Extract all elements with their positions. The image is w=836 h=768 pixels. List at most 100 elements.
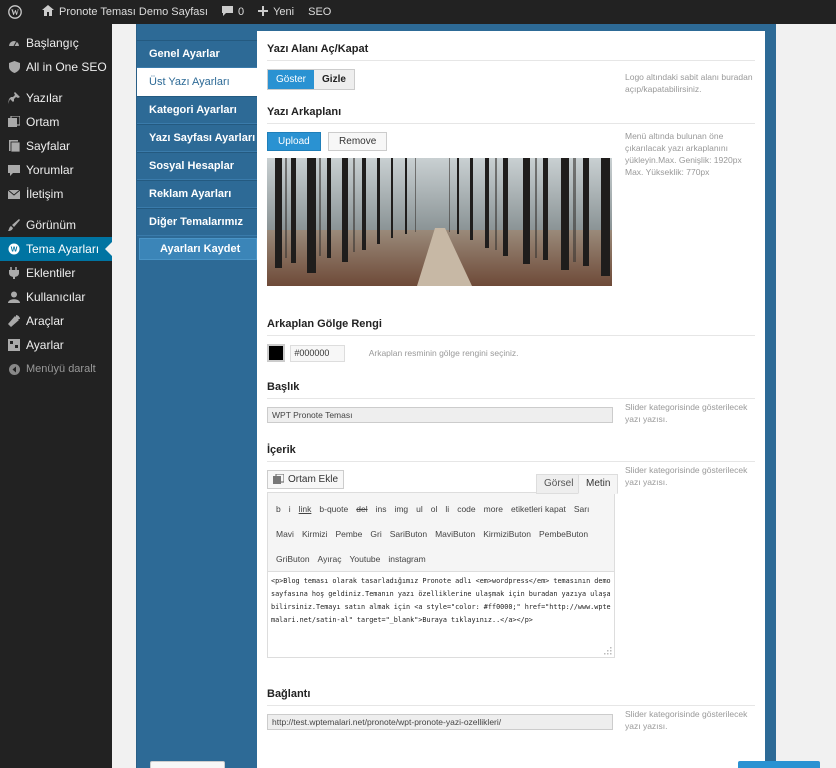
tab-social[interactable]: Sosyal Hesaplar — [137, 152, 257, 180]
comments-count: 0 — [237, 6, 245, 18]
tab-general[interactable]: Genel Ayarlar — [137, 40, 257, 68]
quicktag-button[interactable]: GriButon — [272, 554, 314, 564]
menu-label: Yazılar — [26, 91, 63, 105]
quicktag-button[interactable]: li — [441, 504, 453, 514]
tab-visual[interactable]: Görsel — [536, 474, 582, 494]
menu-label: Ortam — [26, 115, 60, 129]
heading-input[interactable]: WPT Pronote Teması — [267, 407, 613, 423]
menu-item-comments[interactable]: Yorumlar — [0, 158, 112, 182]
section-title: Yazı Arkaplanı — [267, 106, 755, 124]
quicktag-button[interactable]: img — [390, 504, 412, 514]
resize-grip-icon[interactable] — [602, 645, 612, 655]
tab-category[interactable]: Kategori Ayarları — [137, 96, 257, 124]
hide-button[interactable]: Gizle — [314, 70, 354, 89]
menu-item-pages[interactable]: Sayfalar — [0, 134, 112, 158]
menu-item-contact[interactable]: İletişim — [0, 182, 112, 206]
tab-text[interactable]: Metin — [578, 474, 619, 494]
quicktag-button[interactable]: etiketleri kapat — [507, 504, 570, 514]
new-content-link[interactable]: Yeni — [251, 0, 301, 24]
content-textarea[interactable]: <p>Blog teması olarak tasarladığımız Pro… — [267, 572, 615, 658]
add-media-button[interactable]: Ortam Ekle — [267, 470, 345, 489]
quicktag-button[interactable]: link — [295, 504, 316, 514]
quicktag-button[interactable]: Sarı — [570, 504, 594, 514]
quicktag-button[interactable]: del — [352, 504, 371, 514]
quicktag-button[interactable]: Mavi — [272, 529, 298, 539]
section-content: İçerik Slider kategorisinde gösterilecek… — [267, 444, 755, 658]
menu-label: Ayarlar — [26, 338, 64, 352]
tab-ads[interactable]: Reklam Ayarları — [137, 180, 257, 208]
site-name-link[interactable]: Pronote Teması Demo Sayfası — [35, 0, 215, 24]
menu-item-tools[interactable]: Araçlar — [0, 309, 112, 333]
toolbar-row: Mavi Kirmizi Pembe Gri SariButon MaviButon Kir… — [272, 521, 610, 546]
menu-label: Araçlar — [26, 314, 65, 328]
quicktag-button[interactable]: ol — [427, 504, 442, 514]
page-icon — [8, 140, 20, 152]
quicktag-button[interactable]: SariButon — [386, 529, 431, 539]
quicktag-button[interactable]: Gri — [366, 529, 385, 539]
visibility-toggle: Göster Gizle — [267, 69, 355, 90]
quicktag-button[interactable]: more — [480, 504, 507, 514]
menu-item-media[interactable]: Ortam — [0, 110, 112, 134]
section-heading: Başlık WPT Pronote Teması Slider kategor… — [267, 381, 755, 424]
save-settings-button[interactable]: Ayarları Kaydet — [139, 238, 257, 260]
section-toggle: Yazı Alanı Aç/Kapat Göster Gizle Logo al… — [267, 43, 755, 94]
menu-label: Sayfalar — [26, 139, 71, 153]
link-input[interactable]: http://test.wptemalari.net/pronote/wpt-p… — [267, 714, 613, 730]
admin-bar: W Pronote Teması Demo Sayfası 0 Yeni SEO — [0, 0, 836, 24]
menu-item-theme-settings[interactable]: W Tema Ayarları — [0, 237, 112, 261]
tab-top-post[interactable]: Üst Yazı Ayarları — [137, 68, 257, 96]
brush-icon — [8, 219, 20, 231]
seo-link[interactable]: SEO — [301, 0, 338, 24]
quicktag-button[interactable]: b — [272, 504, 285, 514]
new-label: Yeni — [273, 6, 295, 18]
quicktag-button[interactable]: KirmiziButon — [479, 529, 535, 539]
quicktag-button[interactable]: code — [453, 504, 479, 514]
background-preview-image — [267, 158, 612, 286]
quicktag-button[interactable]: MaviButon — [431, 529, 479, 539]
seo-label: SEO — [308, 6, 332, 18]
menu-item-seo[interactable]: All in One SEO — [0, 55, 112, 79]
content-text: <p>Blog teması olarak tasarladığımız Pro… — [271, 577, 611, 624]
menu-collapse-button[interactable]: Menüyü daralt — [0, 357, 112, 381]
home-icon — [42, 5, 59, 19]
quicktag-button[interactable]: Kirmizi — [298, 529, 332, 539]
show-button[interactable]: Göster — [268, 70, 315, 89]
add-media-label: Ortam Ekle — [288, 474, 339, 485]
menu-item-plugins[interactable]: Eklentiler — [0, 261, 112, 285]
quicktag-button[interactable]: Youtube — [345, 554, 384, 564]
section-title: Bağlantı — [267, 688, 755, 706]
menu-item-users[interactable]: Kullanıcılar — [0, 285, 112, 309]
tab-post-page[interactable]: Yazı Sayfası Ayarları — [137, 124, 257, 152]
color-hex-input[interactable]: #000000 — [290, 344, 346, 362]
quicktag-button[interactable]: b-quote — [315, 504, 352, 514]
quicktag-button[interactable]: Ayıraç — [314, 554, 346, 564]
upload-button[interactable]: Upload — [267, 132, 321, 151]
section-background: Yazı Arkaplanı Upload Remove Menü altınd… — [267, 106, 755, 286]
quicktag-button[interactable]: Pembe — [331, 529, 366, 539]
menu-label: Başlangıç — [26, 36, 79, 50]
quicktag-button[interactable]: PembeButon — [535, 529, 592, 539]
media-icon — [8, 116, 20, 128]
menu-label: Yorumlar — [26, 163, 74, 177]
comments-link[interactable]: 0 — [215, 0, 251, 24]
quicktag-button[interactable]: ins — [372, 504, 391, 514]
tab-other-themes[interactable]: Diğer Temalarımız — [137, 208, 257, 236]
comment-icon — [221, 5, 238, 19]
wordpress-logo-icon[interactable]: W — [0, 0, 35, 24]
options-tabs: Genel Ayarlar Üst Yazı Ayarları Kategori… — [137, 40, 257, 260]
remove-button[interactable]: Remove — [328, 132, 388, 151]
svg-text:W: W — [11, 8, 19, 17]
menu-item-settings[interactable]: Ayarlar — [0, 333, 112, 357]
quicktag-button[interactable]: i — [285, 504, 295, 514]
menu-item-posts[interactable]: Yazılar — [0, 86, 112, 110]
toolbar-row: GriButon Ayıraç Youtube instagram — [272, 546, 610, 571]
media-icon — [273, 474, 284, 485]
submit-button[interactable] — [738, 761, 820, 768]
plus-icon — [258, 5, 273, 19]
menu-item-appearance[interactable]: Görünüm — [0, 213, 112, 237]
quicktag-button[interactable]: ul — [412, 504, 427, 514]
menu-item-dashboard[interactable]: Başlangıç — [0, 31, 112, 55]
color-swatch[interactable] — [267, 344, 285, 362]
quicktag-button[interactable]: instagram — [384, 554, 429, 564]
reset-button[interactable] — [150, 761, 225, 768]
